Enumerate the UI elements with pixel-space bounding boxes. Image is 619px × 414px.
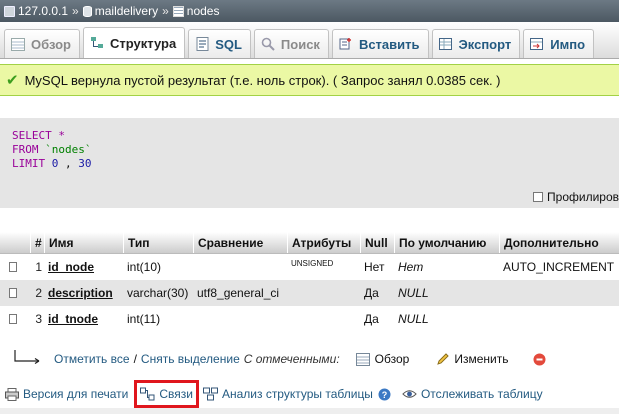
table-header: # Имя Тип Сравнение Атрибуты Null По умо… — [0, 232, 619, 254]
eye-icon — [402, 387, 417, 401]
header-extra[interactable]: Дополнительно — [499, 232, 619, 253]
column-extra: AUTO_INCREMENT — [503, 260, 615, 274]
pencil-icon — [435, 352, 450, 366]
actions-divider: / — [133, 352, 137, 366]
export-icon — [438, 37, 453, 51]
column-default: NULL — [398, 286, 429, 300]
relations-icon — [140, 387, 155, 401]
breadcrumb-separator: » — [72, 4, 79, 18]
bulk-actions-bar: Отметить все / Снять выделение С отмечен… — [0, 348, 619, 370]
column-name-link[interactable]: id_tnode — [48, 312, 98, 326]
print-icon — [4, 387, 19, 401]
checkmark-icon: ✔ — [6, 72, 19, 89]
breadcrumb-table[interactable]: nodes — [172, 4, 219, 18]
header-checkbox-col — [0, 232, 30, 253]
bulk-change-button[interactable]: Изменить — [435, 352, 508, 366]
profiling-label: Профилиров — [547, 190, 619, 204]
tab-export[interactable]: Экспорт — [431, 29, 521, 58]
help-icon[interactable]: ? — [377, 387, 392, 401]
tab-import[interactable]: Импо — [523, 29, 595, 58]
column-null: Да — [364, 286, 379, 300]
row-checkbox[interactable] — [9, 288, 17, 298]
analyze-table-icon — [202, 387, 218, 401]
uncheck-all-link[interactable]: Снять выделение — [141, 352, 240, 366]
table-links-bar: Версия для печати Связи Анализ структуры… — [0, 380, 619, 408]
column-attributes — [291, 306, 360, 332]
structure-table: # Имя Тип Сравнение Атрибуты Null По умо… — [0, 232, 619, 332]
row-checkbox[interactable] — [9, 262, 17, 272]
header-type[interactable]: Тип — [123, 232, 193, 253]
column-name-link[interactable]: description — [48, 286, 113, 300]
success-message-text: MySQL вернула пустой результат (т.е. нол… — [24, 72, 501, 88]
table-icon — [172, 5, 184, 17]
sql-query-box: SELECT * FROM `nodes` LIMIT 0 , 30 — [0, 118, 619, 186]
column-null: Нет — [364, 260, 385, 274]
tab-insert[interactable]: Вставить — [331, 29, 429, 58]
success-message: ✔ MySQL вернула пустой результат (т.е. н… — [0, 64, 619, 96]
tab-structure[interactable]: Структура — [83, 27, 186, 58]
server-icon — [4, 5, 15, 17]
sql-icon — [195, 37, 209, 51]
table-row: 2 description varchar(30) utf8_general_c… — [0, 280, 619, 306]
print-view-link[interactable]: Версия для печати — [4, 387, 128, 401]
svg-text:?: ? — [382, 390, 388, 400]
search-icon — [261, 37, 275, 51]
header-collation[interactable]: Сравнение — [193, 232, 287, 253]
structure-icon — [90, 36, 104, 50]
column-type: varchar(30) — [127, 286, 189, 300]
breadcrumb: 127.0.0.1 » maildelivery » nodes — [0, 0, 619, 22]
column-collation — [197, 306, 287, 332]
track-table-link[interactable]: Отслеживать таблицу — [402, 387, 543, 401]
bulk-browse-button[interactable]: Обзор — [356, 352, 409, 366]
column-extra — [503, 306, 619, 332]
header-name[interactable]: Имя — [44, 232, 123, 253]
column-collation: utf8_general_ci — [197, 286, 280, 300]
column-type: int(11) — [127, 312, 161, 326]
database-icon — [82, 5, 92, 17]
column-extra — [503, 280, 619, 306]
profiling-bar: Профилиров — [0, 186, 619, 208]
row-checkbox[interactable] — [9, 314, 17, 324]
header-attributes[interactable]: Атрибуты — [287, 232, 360, 253]
check-all-link[interactable]: Отметить все — [54, 352, 130, 366]
column-attributes: UNSIGNED — [291, 259, 334, 268]
header-default[interactable]: По умолчанию — [394, 232, 499, 253]
breadcrumb-database[interactable]: maildelivery — [82, 4, 158, 18]
bulk-drop-button[interactable] — [532, 352, 551, 366]
row-number: 1 — [35, 260, 42, 274]
column-type: int(10) — [127, 260, 162, 274]
drop-icon — [532, 352, 547, 366]
main-tabs: Обзор Структура SQL Поиск Вставить Экспо… — [0, 22, 619, 59]
column-default: NULL — [398, 312, 429, 326]
column-attributes — [291, 280, 360, 306]
column-null: Да — [364, 312, 379, 326]
breadcrumb-separator: » — [162, 4, 169, 18]
tab-search[interactable]: Поиск — [253, 29, 329, 58]
browse-icon — [11, 37, 25, 51]
table-row: 3 id_tnode int(11) Да NULL — [0, 306, 619, 332]
header-null[interactable]: Null — [360, 232, 394, 253]
tab-browse[interactable]: Обзор — [4, 29, 80, 58]
analyze-structure-link[interactable]: Анализ структуры таблицы — [202, 387, 373, 401]
import-icon — [530, 37, 544, 51]
row-number: 2 — [35, 286, 42, 300]
sql-line-select: SELECT * — [12, 129, 65, 142]
browse-icon — [356, 352, 371, 366]
sql-line-from: FROM `nodes` — [12, 143, 92, 156]
tab-sql[interactable]: SQL — [188, 29, 251, 58]
column-name-link[interactable]: id_node — [48, 260, 94, 274]
column-collation — [197, 254, 287, 280]
sql-line-limit: LIMIT 0 , 30 — [12, 157, 92, 170]
with-selected-label: С отмеченными: — [243, 352, 340, 366]
bottom-strip — [0, 408, 619, 414]
row-number: 3 — [35, 312, 42, 326]
insert-icon — [339, 37, 353, 51]
relations-link[interactable]: Связи — [134, 380, 199, 408]
table-row: 1 id_node int(10) UNSIGNED Нет Нет AUTO_… — [0, 254, 619, 280]
column-default: Нет — [398, 260, 424, 274]
header-num: # — [30, 232, 44, 253]
profiling-checkbox[interactable] — [533, 192, 544, 202]
breadcrumb-server[interactable]: 127.0.0.1 — [4, 4, 68, 18]
